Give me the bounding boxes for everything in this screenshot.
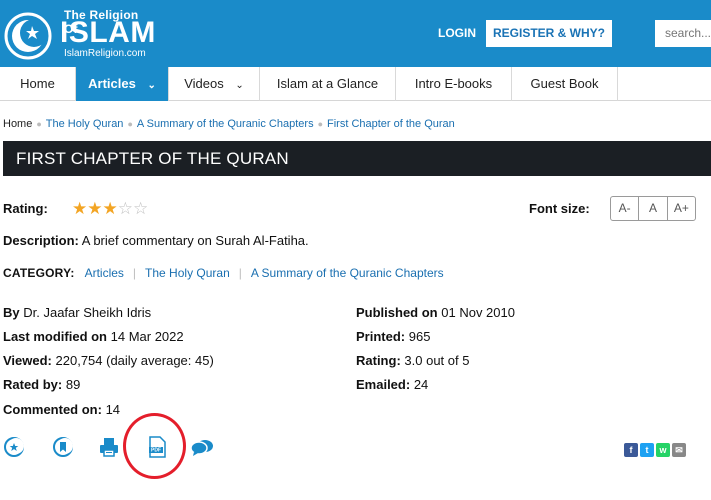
email-icon[interactable]: ✉: [672, 443, 686, 457]
font-size-controls: A- A A+: [610, 196, 696, 221]
meta-value: 3.0 out of 5: [404, 353, 470, 368]
meta-value: Dr. Jaafar Sheikh Idris: [23, 305, 152, 320]
nav-item-guest-book[interactable]: Guest Book: [512, 67, 618, 101]
share-buttons: f t w ✉: [624, 443, 686, 458]
nav-item-videos[interactable]: Videos ⌄: [169, 67, 260, 101]
page-title-bar: FIRST CHAPTER OF THE QURAN: [3, 141, 711, 176]
star-empty-icon[interactable]: ☆: [118, 199, 133, 218]
description: Description: A brief commentary on Surah…: [3, 233, 309, 248]
breadcrumb-separator: ●: [317, 119, 323, 129]
meta-value: 01 Nov 2010: [441, 305, 515, 320]
meta-value: 220,754 (daily average: 45): [55, 353, 214, 368]
chevron-down-icon: ⌄: [235, 80, 244, 91]
meta-value: 14 Mar 2022: [110, 329, 184, 344]
meta-last-modified: Last modified on 14 Mar 2022: [3, 329, 184, 344]
rating-stars[interactable]: ★★★☆☆: [72, 199, 148, 219]
whatsapp-icon[interactable]: w: [656, 443, 670, 457]
category-link-summary[interactable]: A Summary of the Quranic Chapters: [251, 266, 444, 280]
meta-value: 14: [105, 402, 121, 417]
comments-icon[interactable]: [190, 435, 214, 459]
meta-label: Emailed:: [356, 377, 411, 392]
logo-crescent-icon: [4, 12, 52, 60]
nav-item-home[interactable]: Home: [0, 67, 76, 101]
top-header: The Religion Of ISLAM IslamReligion.com …: [0, 0, 711, 67]
meta-rating: Rating: 3.0 out of 5: [356, 353, 469, 368]
meta-value: 24: [413, 377, 429, 392]
star-filled-icon[interactable]: ★: [103, 199, 118, 218]
breadcrumb-item[interactable]: First Chapter of the Quran: [327, 118, 455, 130]
meta-label: Last modified on: [3, 329, 107, 344]
search-input[interactable]: [655, 20, 711, 47]
meta-label: Commented on:: [3, 402, 102, 417]
meta-label: By: [3, 305, 20, 320]
font-decrease-button[interactable]: A-: [611, 197, 640, 220]
description-text: A brief commentary on Surah Al-Fatiha.: [81, 233, 309, 248]
description-label: Description:: [3, 233, 79, 248]
bookmark-icon[interactable]: [51, 435, 75, 459]
category-divider: |: [132, 266, 137, 280]
article-actions: PDF: [0, 435, 220, 465]
nav-item-label: Articles: [88, 76, 136, 91]
register-button[interactable]: REGISTER & WHY?: [486, 20, 612, 47]
meta-viewed: Viewed: 220,754 (daily average: 45): [3, 353, 214, 368]
print-icon[interactable]: [97, 435, 121, 459]
main-nav: Home Articles ⌄ Videos ⌄ Islam at a Glan…: [0, 67, 711, 101]
login-link[interactable]: LOGIN: [438, 26, 476, 40]
site-logo[interactable]: The Religion Of ISLAM IslamReligion.com: [4, 6, 156, 62]
category-link-holy-quran[interactable]: The Holy Quran: [145, 266, 230, 280]
breadcrumb-separator: ●: [127, 119, 133, 129]
nav-item-intro-ebooks[interactable]: Intro E-books: [396, 67, 512, 101]
logo-url: IslamReligion.com: [64, 48, 146, 59]
nav-item-articles[interactable]: Articles ⌄: [76, 67, 169, 101]
star-filled-icon[interactable]: ★: [72, 199, 87, 218]
rating-label: Rating:: [3, 201, 48, 216]
meta-label: Rating:: [356, 353, 401, 368]
meta-author: By Dr. Jaafar Sheikh Idris: [3, 305, 151, 320]
nav-item-islam-at-a-glance[interactable]: Islam at a Glance: [260, 67, 396, 101]
highlight-circle: [123, 413, 186, 479]
meta-rated-by: Rated by: 89: [3, 377, 80, 392]
meta-commented: Commented on: 14: [3, 402, 120, 417]
breadcrumb-home[interactable]: Home: [3, 118, 32, 130]
star-empty-icon[interactable]: ☆: [133, 199, 148, 218]
category-label: CATEGORY:: [3, 266, 75, 280]
meta-value: 89: [65, 377, 81, 392]
meta-label: Published on: [356, 305, 438, 320]
category-divider: |: [238, 266, 242, 280]
category-link-articles[interactable]: Articles: [85, 266, 124, 280]
font-reset-button[interactable]: A: [639, 197, 668, 220]
category-row: CATEGORY: Articles | The Holy Quran | A Summa…: [3, 266, 444, 280]
meta-value: 965: [408, 329, 431, 344]
page-title: FIRST CHAPTER OF THE QURAN: [16, 149, 289, 168]
favorite-star-icon[interactable]: [2, 435, 26, 459]
breadcrumb: Home ● The Holy Quran ● A Summary of the Qur…: [3, 118, 455, 130]
meta-printed: Printed: 965: [356, 329, 430, 344]
font-size-label: Font size:: [529, 201, 590, 216]
breadcrumb-separator: ●: [36, 119, 42, 129]
facebook-icon[interactable]: f: [624, 443, 638, 457]
chevron-down-icon: ⌄: [147, 80, 156, 91]
twitter-icon[interactable]: t: [640, 443, 654, 457]
star-filled-icon[interactable]: ★: [87, 199, 102, 218]
breadcrumb-item[interactable]: A Summary of the Quranic Chapters: [137, 118, 314, 130]
meta-emailed: Emailed: 24: [356, 377, 428, 392]
breadcrumb-item[interactable]: The Holy Quran: [46, 118, 124, 130]
font-increase-button[interactable]: A+: [668, 197, 695, 220]
meta-published: Published on 01 Nov 2010: [356, 305, 515, 320]
meta-label: Viewed:: [3, 353, 52, 368]
meta-label: Printed:: [356, 329, 406, 344]
nav-item-label: Videos: [184, 76, 224, 91]
logo-title: ISLAM: [60, 16, 156, 49]
meta-label: Rated by:: [3, 377, 63, 392]
